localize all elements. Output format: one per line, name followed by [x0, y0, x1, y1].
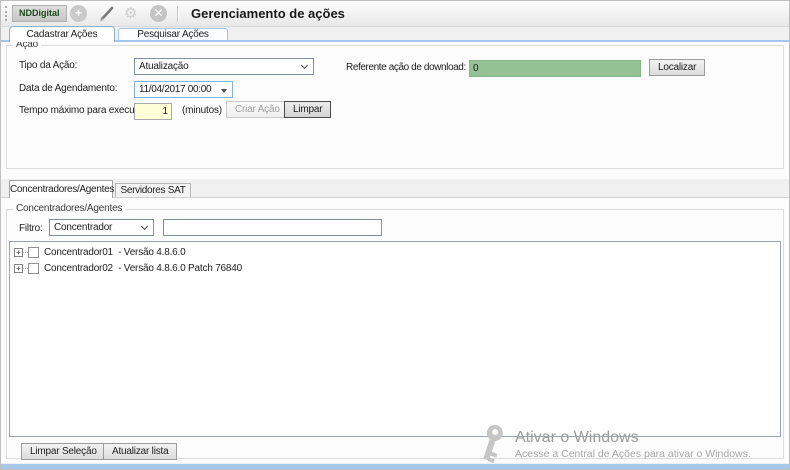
expand-icon[interactable]: +	[14, 247, 23, 257]
limpar-button[interactable]: Limpar	[284, 101, 332, 118]
data-agendamento-label: Data de Agendamento:	[19, 83, 118, 94]
tree-item-label[interactable]: Concentrador01 - Versão 4.8.6.0	[44, 247, 186, 258]
chevron-down-icon	[140, 222, 149, 231]
tempo-maximo-input[interactable]	[134, 103, 172, 120]
toolbar: NDDigital + ⚙ ✕ Gerenciamento de ações	[1, 1, 789, 27]
add-icon[interactable]: +	[70, 5, 87, 22]
data-agendamento-picker[interactable]: 11/04/2017 00:00	[134, 81, 233, 98]
tree-item-label[interactable]: Concentrador02 - Versão 4.8.6.0 Patch 76…	[44, 263, 242, 274]
tempo-maximo-label: Tempo máximo para execução:	[19, 105, 153, 116]
page-title: Gerenciamento de ações	[191, 6, 345, 21]
referente-label: Referente ação de download:	[346, 62, 466, 73]
tree-item-checkbox[interactable]	[28, 262, 39, 274]
tipo-acao-value: Atualização	[139, 61, 189, 72]
tabstrip-underline	[1, 40, 789, 42]
concentradores-group-title: Concentradores/Agentes	[13, 203, 126, 214]
toolbar-separator	[177, 6, 178, 22]
tab-servidores-sat[interactable]: Servidores SAT	[115, 183, 191, 197]
window-bottom-edge	[1, 464, 789, 469]
localizar-button[interactable]: Localizar	[649, 59, 706, 76]
key-icon	[483, 424, 503, 464]
filtro-select[interactable]: Concentrador	[49, 219, 154, 236]
toolbar-grip[interactable]	[5, 6, 7, 21]
app-window: NDDigital + ⚙ ✕ Gerenciamento de ações C…	[0, 0, 790, 470]
chevron-down-icon	[300, 61, 309, 70]
tipo-acao-label: Tipo da Ação:	[19, 60, 78, 71]
pencil-icon[interactable]	[98, 5, 116, 23]
watermark-title: Ativar o Windows	[515, 429, 639, 446]
brand-logo: NDDigital	[12, 5, 67, 22]
filtro-label: Filtro:	[19, 223, 43, 234]
tree-item-checkbox[interactable]	[28, 246, 39, 258]
tab-concentradores-agentes[interactable]: Concentradores/Agentes	[9, 180, 114, 198]
tree-row[interactable]: + Concentrador02 - Versão 4.8.6.0 Patch …	[14, 261, 242, 275]
minutos-unit-label: (minutos)	[182, 105, 222, 116]
limpar-selecao-button[interactable]: Limpar Seleção	[21, 443, 106, 460]
close-icon[interactable]: ✕	[150, 5, 167, 22]
agents-tree[interactable]: + Concentrador01 - Versão 4.8.6.0 + Conc…	[9, 241, 781, 437]
criar-acao-button[interactable]: Criar Ação	[226, 101, 289, 118]
tab-pesquisar-acoes[interactable]: Pesquisar Ações	[118, 28, 228, 40]
watermark-subtitle: Acesse a Central de Ações para ativar o …	[515, 448, 751, 460]
referente-field[interactable]	[469, 60, 641, 77]
tab-cadastrar-acoes[interactable]: Cadastrar Ações	[9, 26, 115, 42]
expand-icon[interactable]: +	[14, 263, 23, 273]
filtro-value: Concentrador	[54, 222, 113, 233]
data-agendamento-value: 11/04/2017 00:00	[139, 84, 212, 95]
atualizar-lista-button[interactable]: Atualizar lista	[103, 443, 178, 460]
gear-icon[interactable]: ⚙	[124, 4, 137, 22]
filtro-text-input[interactable]	[163, 219, 382, 236]
dropdown-arrow-icon	[221, 89, 227, 93]
tree-row[interactable]: + Concentrador01 - Versão 4.8.6.0	[14, 245, 186, 259]
tipo-acao-select[interactable]: Atualização	[134, 58, 314, 75]
